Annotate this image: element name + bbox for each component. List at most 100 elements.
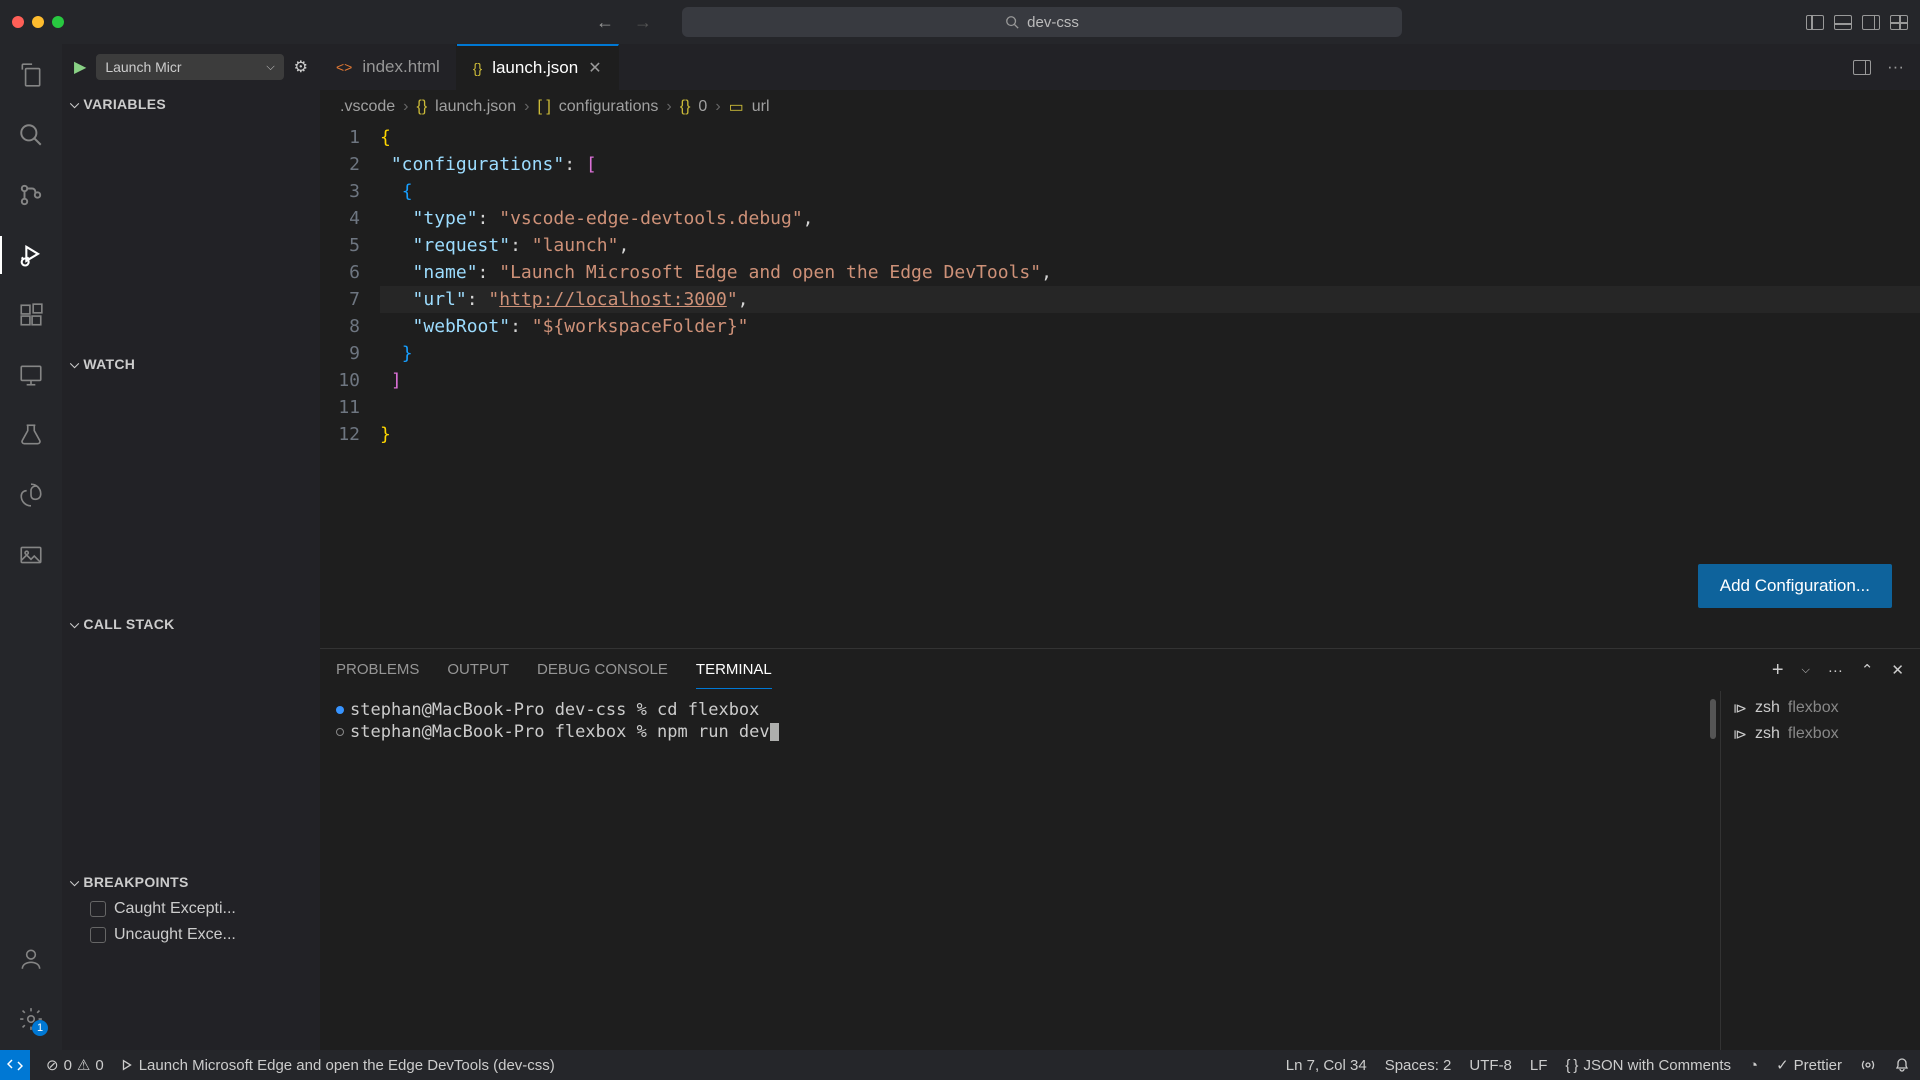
toggle-panel-icon[interactable] [1834, 15, 1852, 30]
images-tab[interactable] [16, 540, 46, 570]
breadcrumb-folder[interactable]: .vscode [340, 98, 395, 116]
debug-config-label: Launch Micr [105, 59, 181, 75]
toggle-primary-sidebar-icon[interactable] [1806, 15, 1824, 30]
nav-forward-button[interactable]: → [634, 12, 652, 33]
edge-devtools-tab[interactable] [16, 480, 46, 510]
breadcrumb-index[interactable]: 0 [698, 98, 707, 116]
terminal-shell: zsh [1755, 699, 1780, 717]
search-icon [1005, 15, 1019, 29]
extensions-tab[interactable] [16, 300, 46, 330]
checkbox-icon[interactable] [90, 927, 106, 943]
chevron-down-icon: ⌵ [70, 357, 79, 372]
json-object-icon: {} [680, 98, 691, 116]
breadcrumb-file[interactable]: launch.json [435, 98, 516, 116]
terminal-session[interactable]: ⧐ zsh flexbox [1721, 695, 1920, 721]
testing-tab[interactable] [16, 420, 46, 450]
minimize-window-button[interactable] [32, 16, 44, 28]
close-panel-icon[interactable]: ✕ [1891, 661, 1904, 679]
close-window-button[interactable] [12, 16, 24, 28]
status-dot-icon [336, 706, 344, 714]
prettier-status[interactable]: ✓ Prettier [1776, 1056, 1842, 1074]
tab-filename: launch.json [492, 58, 578, 78]
command-center[interactable]: dev-css [682, 7, 1402, 37]
terminal-shell: zsh [1755, 725, 1780, 743]
indentation-status[interactable]: Spaces: 2 [1385, 1057, 1452, 1074]
panel-tabs: PROBLEMSOUTPUTDEBUG CONSOLETERMINAL + ⌵ … [320, 649, 1920, 691]
panel-tab-output[interactable]: OUTPUT [447, 651, 509, 689]
maximize-panel-icon[interactable]: ⌃ [1861, 661, 1874, 679]
more-actions-icon[interactable]: ··· [1828, 662, 1843, 679]
terminal-icon: ⧐ [1733, 700, 1747, 717]
editor-tab-launch-json[interactable]: {}launch.json✕ [457, 44, 619, 90]
panel-tab-problems[interactable]: PROBLEMS [336, 651, 419, 689]
notifications-icon[interactable] [1894, 1057, 1910, 1073]
feedback-icon[interactable]: ◔ [1749, 1057, 1758, 1074]
editor-tab-index-html[interactable]: <>index.html [320, 44, 457, 90]
breakpoint-label: Caught Excepti... [114, 900, 236, 918]
more-actions-icon[interactable]: ··· [1887, 57, 1904, 77]
terminal-session[interactable]: ⧐zsh flexbox [1721, 721, 1920, 747]
statusbar: ⊘0 ⚠0 Launch Microsoft Edge and open the… [0, 1050, 1920, 1080]
panel-tab-debug-console[interactable]: DEBUG CONSOLE [537, 651, 668, 689]
activity-bar: 1 [0, 44, 62, 1050]
errors-warnings[interactable]: ⊘0 ⚠0 [46, 1056, 104, 1074]
source-control-tab[interactable] [16, 180, 46, 210]
remote-button[interactable] [0, 1050, 30, 1080]
breakpoints-section-header[interactable]: ⌵ BREAKPOINTS [62, 868, 320, 896]
breadcrumb-configurations[interactable]: configurations [559, 98, 659, 116]
terminal-label: flexbox [1788, 725, 1839, 743]
breadcrumb-url[interactable]: url [752, 98, 770, 116]
start-debugging-button[interactable]: ▶ [74, 57, 86, 77]
terminal-list: ⧐zsh flexbox⧐zsh flexbox [1720, 691, 1920, 1050]
toggle-secondary-sidebar-icon[interactable] [1862, 15, 1880, 30]
nav-back-button[interactable]: ← [596, 12, 614, 33]
checkbox-icon[interactable] [90, 901, 106, 917]
callstack-section-header[interactable]: ⌵ CALL STACK [62, 610, 320, 638]
titlebar: ← → dev-css [0, 0, 1920, 44]
code-content[interactable]: { "configurations": [ { "type": "vscode-… [380, 124, 1920, 648]
chevron-right-icon: › [403, 98, 408, 116]
terminal-line: stephan@MacBook-Pro dev-css % cd flexbox [336, 699, 1704, 721]
line-gutter: 123456789101112 [320, 124, 380, 648]
watch-section-header[interactable]: ⌵ WATCH [62, 350, 320, 378]
configure-gear-icon[interactable]: ⚙ [294, 57, 308, 77]
panel: PROBLEMSOUTPUTDEBUG CONSOLETERMINAL + ⌵ … [320, 648, 1920, 1050]
breakpoint-item[interactable]: Uncaught Exce... [62, 922, 320, 948]
panel-tab-terminal[interactable]: TERMINAL [696, 651, 772, 689]
debug-config-select[interactable]: Launch Micr ⌵ [96, 54, 283, 80]
eol-status[interactable]: LF [1530, 1057, 1548, 1074]
breadcrumbs[interactable]: .vscode › {} launch.json › [ ] configura… [320, 90, 1920, 124]
json-string-icon: ▭ [729, 97, 744, 117]
terminal-scrollbar[interactable] [1710, 699, 1716, 739]
close-tab-icon[interactable]: ✕ [588, 58, 601, 78]
breakpoint-item[interactable]: Caught Excepti... [62, 896, 320, 922]
language-mode[interactable]: { } JSON with Comments [1565, 1057, 1731, 1074]
add-configuration-button[interactable]: Add Configuration... [1698, 564, 1892, 608]
cursor-position[interactable]: Ln 7, Col 34 [1286, 1057, 1367, 1074]
run-debug-tab[interactable] [16, 240, 46, 270]
terminal-label: flexbox [1788, 699, 1839, 717]
variables-section-header[interactable]: ⌵ VARIABLES [62, 90, 320, 118]
terminal-content[interactable]: stephan@MacBook-Pro dev-css % cd flexbox… [320, 691, 1720, 1050]
code-editor[interactable]: 123456789101112 { "configurations": [ { … [320, 124, 1920, 648]
encoding-status[interactable]: UTF-8 [1469, 1057, 1512, 1074]
split-editor-icon[interactable] [1853, 60, 1871, 75]
accounts-button[interactable] [16, 944, 46, 974]
chevron-down-icon: ⌵ [266, 61, 274, 74]
new-terminal-icon[interactable]: + [1772, 659, 1784, 682]
manage-button[interactable]: 1 [16, 1004, 46, 1034]
terminal-dropdown-icon[interactable]: ⌵ [1802, 664, 1810, 677]
debug-target-status[interactable]: Launch Microsoft Edge and open the Edge … [120, 1057, 555, 1074]
broadcast-icon[interactable] [1860, 1057, 1876, 1073]
explorer-tab[interactable] [16, 60, 46, 90]
search-tab[interactable] [16, 120, 46, 150]
remote-explorer-tab[interactable] [16, 360, 46, 390]
braces-icon: { } [1565, 1057, 1578, 1074]
maximize-window-button[interactable] [52, 16, 64, 28]
chevron-down-icon: ⌵ [70, 617, 79, 632]
search-text: dev-css [1027, 14, 1079, 31]
editor-group: <>index.html {} launch.json ✕ ··· .vscode ›… [320, 44, 1920, 1050]
customize-layout-icon[interactable] [1890, 15, 1908, 30]
callstack-label: CALL STACK [83, 616, 174, 632]
window-controls [12, 16, 64, 28]
